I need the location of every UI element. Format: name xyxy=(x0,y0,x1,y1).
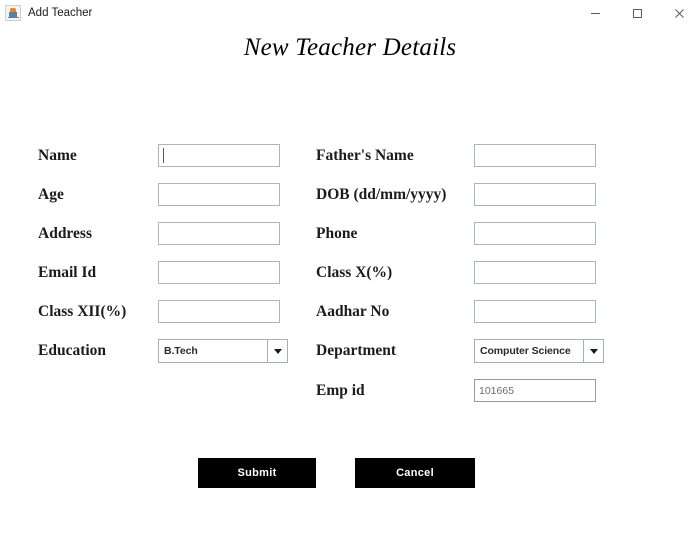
field-row-email-id: Email Id xyxy=(38,261,280,284)
field-row-phone: Phone xyxy=(316,222,596,245)
field-row-address: Address xyxy=(38,222,280,245)
cancel-button[interactable]: Cancel xyxy=(355,458,475,488)
input-class-xii[interactable] xyxy=(158,300,280,323)
label-fathers-name: Father's Name xyxy=(316,146,414,164)
label-name: Name xyxy=(38,146,77,164)
label-email-id: Email Id xyxy=(38,263,97,281)
teacher-details-form: Name Age Address Email Id Class XII(%) E… xyxy=(0,0,700,546)
input-email-id[interactable] xyxy=(158,261,280,284)
label-class-x: Class X(%) xyxy=(316,263,393,281)
field-row-age: Age xyxy=(38,183,280,206)
submit-button[interactable]: Submit xyxy=(198,458,316,488)
input-address[interactable] xyxy=(158,222,280,245)
field-row-name: Name xyxy=(38,144,280,167)
field-row-fathers-name: Father's Name xyxy=(316,144,596,167)
chevron-down-icon[interactable] xyxy=(267,340,287,362)
input-age[interactable] xyxy=(158,183,280,206)
field-row-emp-id: Emp id xyxy=(316,379,596,402)
label-class-xii: Class XII(%) xyxy=(38,302,127,320)
select-education-value: B.Tech xyxy=(164,345,198,357)
label-emp-id: Emp id xyxy=(316,381,365,399)
field-row-aadhar-no: Aadhar No xyxy=(316,300,596,323)
input-emp-id[interactable] xyxy=(474,379,596,402)
input-fathers-name[interactable] xyxy=(474,144,596,167)
field-row-dob: DOB (dd/mm/yyyy) xyxy=(316,183,596,206)
field-row-education: Education B.Tech xyxy=(38,339,288,363)
label-department: Department xyxy=(316,342,397,359)
input-phone[interactable] xyxy=(474,222,596,245)
field-row-department: Department Computer Science xyxy=(316,339,604,363)
select-department[interactable]: Computer Science xyxy=(474,339,604,363)
label-phone: Phone xyxy=(316,224,358,242)
chevron-down-icon[interactable] xyxy=(583,340,603,362)
label-address: Address xyxy=(38,224,92,242)
input-aadhar-no[interactable] xyxy=(474,300,596,323)
input-dob[interactable] xyxy=(474,183,596,206)
label-aadhar-no: Aadhar No xyxy=(316,302,390,320)
label-dob: DOB (dd/mm/yyyy) xyxy=(316,185,447,203)
field-row-class-xii: Class XII(%) xyxy=(38,300,280,323)
select-department-value: Computer Science xyxy=(480,345,571,357)
input-class-x[interactable] xyxy=(474,261,596,284)
input-name[interactable] xyxy=(158,144,280,167)
text-caret xyxy=(163,148,164,163)
label-age: Age xyxy=(38,185,64,203)
select-education[interactable]: B.Tech xyxy=(158,339,288,363)
field-row-class-x: Class X(%) xyxy=(316,261,596,284)
label-education: Education xyxy=(38,342,107,359)
